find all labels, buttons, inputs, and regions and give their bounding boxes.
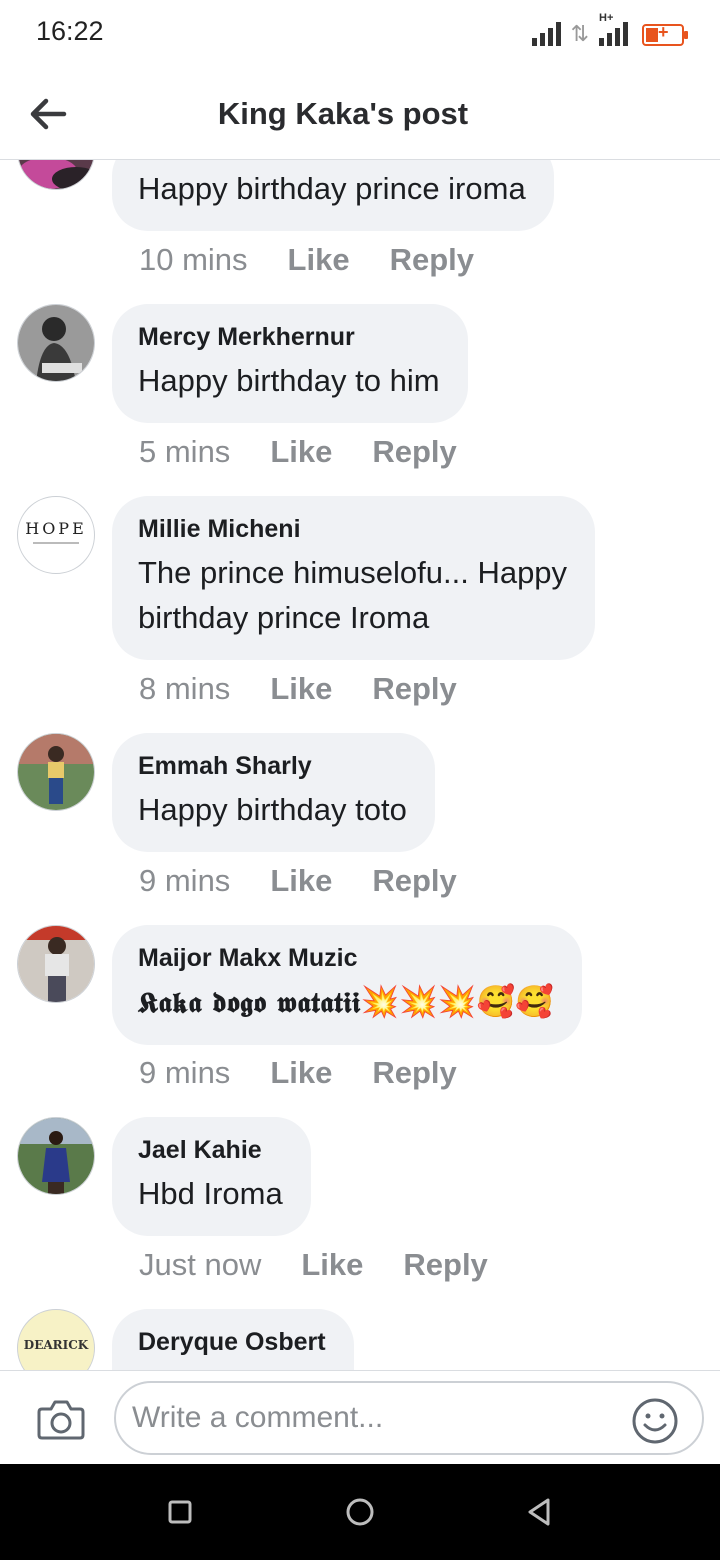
status-bar: 16:22 ⇅ H+ + xyxy=(0,0,720,68)
page-title: King Kaka's post xyxy=(217,96,469,131)
home-circle-icon[interactable] xyxy=(342,1494,378,1530)
battery-icon: + xyxy=(642,22,688,46)
emoji-sequence: 💥💥💥🥰🥰 xyxy=(360,984,554,1019)
deareck-logo: DEARICK xyxy=(23,1338,89,1352)
comment-meta: 8 mins Like Reply xyxy=(139,669,457,709)
like-button[interactable]: Like xyxy=(270,861,332,901)
reply-button[interactable]: Reply xyxy=(372,432,456,472)
reply-button[interactable]: Reply xyxy=(390,240,474,280)
avatar[interactable] xyxy=(17,733,95,811)
avatar[interactable]: DEARICK xyxy=(17,1309,95,1370)
comment-text: Happy birthday to him xyxy=(138,363,440,398)
avatar[interactable]: HOPE xyxy=(17,496,95,574)
like-button[interactable]: Like xyxy=(270,432,332,472)
comment-text: Happy birthday toto xyxy=(138,792,407,827)
comment-time: 8 mins xyxy=(139,671,231,706)
like-button[interactable]: Like xyxy=(288,240,350,280)
comment-list[interactable]: Happy birthday prince iroma 10 mins Like… xyxy=(0,160,720,1370)
comment-author[interactable]: Deryque Osbert xyxy=(138,1327,326,1357)
reply-button[interactable]: Reply xyxy=(372,861,456,901)
comment-meta: 5 mins Like Reply xyxy=(139,432,457,472)
fancy-text: 𝕶𝖆𝖐𝖆 𝖉𝖔𝖌𝖔 𝖜𝖆𝖙𝖆𝖙𝖎𝖎 xyxy=(138,986,361,1019)
comment-bubble[interactable]: Millie Micheni The prince himuselofu... … xyxy=(112,496,596,660)
comment-meta: 10 mins Like Reply xyxy=(139,240,474,280)
comment-bubble[interactable]: Jael Kahie Hbd Iroma xyxy=(112,1117,311,1236)
like-button[interactable]: Like xyxy=(270,669,332,709)
comment-author[interactable]: Mercy Merkhernur xyxy=(138,322,440,352)
comment-composer xyxy=(0,1370,720,1464)
like-button[interactable]: Like xyxy=(270,1053,332,1093)
hope-logo: HOPE xyxy=(25,519,87,538)
comment-input[interactable] xyxy=(114,1381,704,1455)
comment-bubble[interactable]: Happy birthday prince iroma xyxy=(112,160,554,231)
camera-icon[interactable] xyxy=(36,1397,86,1441)
system-nav-bar xyxy=(0,1464,720,1560)
signal-icon xyxy=(531,22,561,46)
comment-text: Happy birthday prince iroma xyxy=(138,171,526,206)
comment-text: The prince himuselofu... Happy birthday … xyxy=(138,555,568,635)
comment-bubble[interactable]: Mercy Merkhernur Happy birthday to him xyxy=(112,304,468,423)
back-triangle-icon[interactable] xyxy=(522,1494,558,1530)
comment-bubble[interactable]: Maijor Makx Muzic 𝕶𝖆𝖐𝖆 𝖉𝖔𝖌𝖔 𝖜𝖆𝖙𝖆𝖙𝖎𝖎💥💥💥🥰🥰 xyxy=(112,925,582,1045)
comment-time: 10 mins xyxy=(139,242,248,277)
data-transfer-icon: ⇅ xyxy=(570,21,589,46)
comment-text: Hbd Iroma xyxy=(138,1176,283,1211)
post-header: King Kaka's post xyxy=(0,68,720,160)
reply-button[interactable]: Reply xyxy=(403,1245,487,1285)
avatar[interactable] xyxy=(17,160,95,190)
comment-bubble[interactable]: Deryque Osbert xyxy=(112,1309,354,1370)
comment-meta: Just now Like Reply xyxy=(139,1245,488,1285)
comment-bubble[interactable]: Emmah Sharly Happy birthday toto xyxy=(112,733,435,852)
comment-author[interactable]: Maijor Makx Muzic xyxy=(138,943,554,973)
reply-button[interactable]: Reply xyxy=(372,1053,456,1093)
comment-author[interactable]: Emmah Sharly xyxy=(138,751,407,781)
comment-meta: 9 mins Like Reply xyxy=(139,1053,457,1093)
avatar[interactable] xyxy=(17,925,95,1003)
recents-square-icon[interactable] xyxy=(162,1494,198,1530)
smiley-icon[interactable] xyxy=(631,1397,679,1445)
status-time: 16:22 xyxy=(36,16,104,46)
comment-time: Just now xyxy=(139,1247,262,1282)
comment-meta: 9 mins Like Reply xyxy=(139,861,457,901)
comment-author[interactable]: Millie Micheni xyxy=(138,514,567,544)
reply-button[interactable]: Reply xyxy=(372,669,456,709)
like-button[interactable]: Like xyxy=(301,1245,363,1285)
comment-time: 5 mins xyxy=(139,434,231,469)
status-icons: ⇅ H+ + xyxy=(531,12,688,46)
comment-author[interactable]: Jael Kahie xyxy=(138,1135,283,1165)
comment-time: 9 mins xyxy=(139,863,231,898)
comment-time: 9 mins xyxy=(139,1055,231,1090)
comment-text: 𝕶𝖆𝖐𝖆 𝖉𝖔𝖌𝖔 𝖜𝖆𝖙𝖆𝖙𝖎𝖎💥💥💥🥰🥰 xyxy=(138,979,554,1025)
avatar[interactable] xyxy=(17,1117,95,1195)
signal-hplus-icon: H+ xyxy=(599,12,628,46)
avatar[interactable] xyxy=(17,304,95,382)
